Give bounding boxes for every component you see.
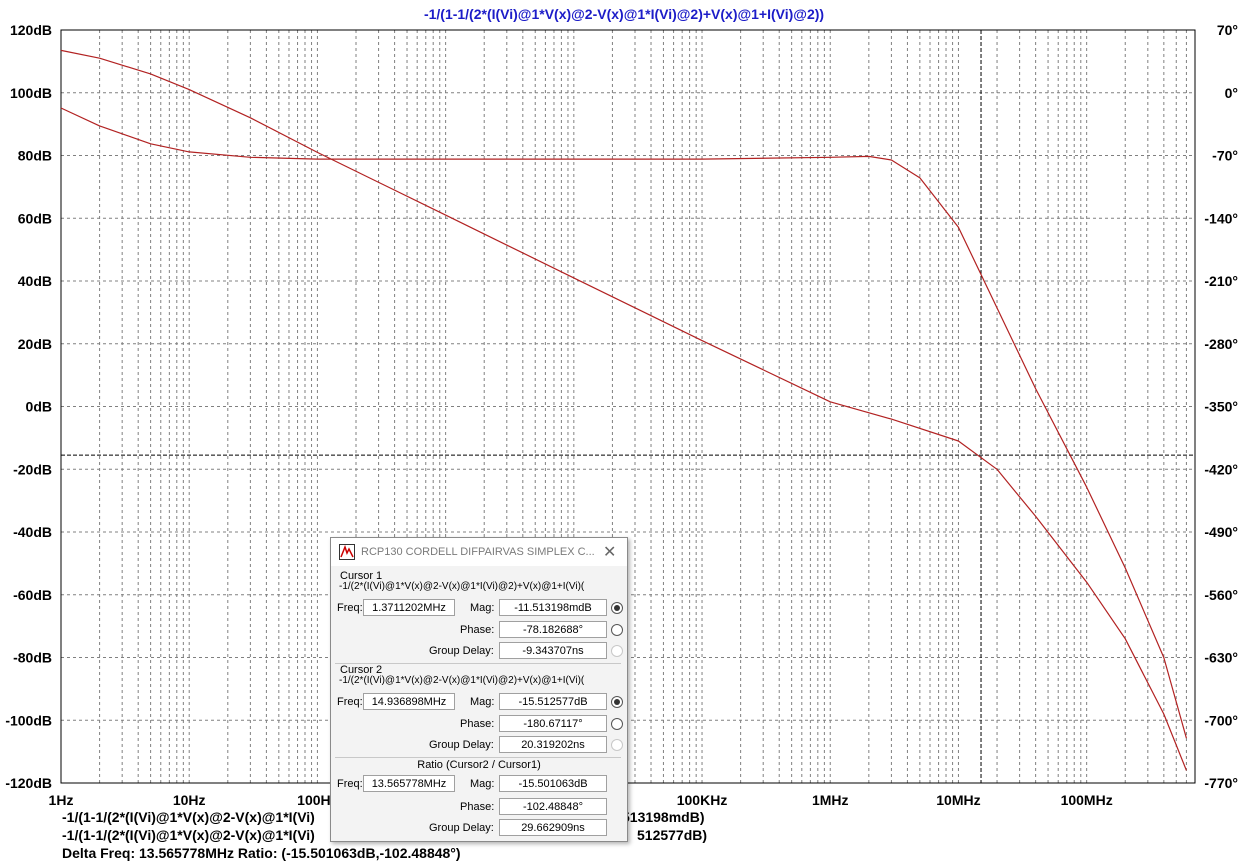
x-tick-label: 100KHz [677, 792, 728, 808]
y-right-tick-label: 70° [1217, 22, 1238, 38]
y-right-tick-label: -70° [1212, 148, 1238, 164]
status-line-2-left: -1/(1-1/(2*(I(Vi)@1*V(x)@2-V(x)@1*I(Vi) [62, 827, 315, 843]
y-left-tick-label: 80dB [18, 148, 52, 164]
cursor1-expression: -1/(2*(I(Vi)@1*V(x)@2-V(x)@1*I(Vi)@2)+V(… [339, 581, 585, 592]
cursor1-gd-radio [611, 645, 623, 657]
close-icon[interactable]: ✕ [603, 542, 616, 562]
x-tick-label: 10Hz [173, 792, 206, 808]
cursor1-gd-label: Group Delay: [429, 645, 494, 657]
y-left-tick-label: 0dB [26, 399, 52, 415]
cursor1-phase-field[interactable]: -78.182688° [499, 621, 607, 638]
cursor2-gd-field[interactable]: 20.319202ns [499, 736, 607, 753]
cursor1-gd-field[interactable]: -9.343707ns [499, 642, 607, 659]
cursor-dialog[interactable]: RCP130 CORDELL DIFPAIRVAS SIMPLEX C... ✕… [330, 537, 628, 842]
cursor2-phase-field[interactable]: -180.67117° [499, 715, 607, 732]
cursor2-mag-radio[interactable] [611, 696, 623, 708]
cursor2-mag-label: Mag: [470, 696, 495, 708]
ratio-gd-label: Group Delay: [429, 822, 494, 834]
y-right-tick-label: -350° [1204, 399, 1238, 415]
y-left-tick-label: -80dB [13, 650, 52, 666]
dialog-title: RCP130 CORDELL DIFPAIRVAS SIMPLEX C... [361, 546, 595, 558]
y-right-tick-label: -630° [1204, 650, 1238, 666]
dialog-titlebar[interactable]: RCP130 CORDELL DIFPAIRVAS SIMPLEX C... ✕ [331, 538, 627, 566]
y-left-tick-label: -120dB [5, 775, 52, 791]
cursor1-phase-label: Phase: [460, 624, 495, 636]
cursor1-freq-label: Freq: [337, 602, 363, 614]
ratio-mag-label: Mag: [470, 778, 495, 790]
cursor2-gd-label: Group Delay: [429, 739, 494, 751]
cursor1-freq-field[interactable]: 1.3711202MHz [363, 599, 455, 616]
y-left-tick-label: -20dB [13, 461, 52, 477]
cursor2-freq-field[interactable]: 14.936898MHz [363, 693, 455, 710]
y-left-tick-label: 120dB [10, 22, 52, 38]
status-line-2-right: 512577dB) [637, 827, 708, 843]
y-right-tick-label: -770° [1204, 775, 1238, 791]
ratio-heading: Ratio (Cursor2 / Cursor1) [417, 759, 541, 771]
y-right-tick-label: -280° [1204, 336, 1238, 352]
y-right-tick-label: -560° [1204, 587, 1238, 603]
cursor2-mag-field[interactable]: -15.512577dB [499, 693, 607, 710]
y-left-tick-label: 40dB [18, 273, 52, 289]
y-left-tick-label: -100dB [5, 712, 52, 728]
x-tick-label: 100MHz [1061, 792, 1113, 808]
divider [335, 757, 621, 758]
ratio-mag-field[interactable]: -15.501063dB [499, 775, 607, 792]
y-left-tick-label: 60dB [18, 210, 52, 226]
cursor1-mag-field[interactable]: -11.513198mdB [499, 599, 607, 616]
ltspice-app-icon [339, 544, 355, 560]
ratio-freq-field[interactable]: 13.565778MHz [363, 775, 455, 792]
y-left-tick-label: -40dB [13, 524, 52, 540]
y-right-tick-label: -210° [1204, 273, 1238, 289]
cursor2-phase-radio[interactable] [611, 718, 623, 730]
y-right-tick-label: -140° [1204, 210, 1238, 226]
x-tick-label: 1Hz [49, 792, 74, 808]
cursor1-mag-label: Mag: [470, 602, 495, 614]
y-right-tick-label: 0° [1225, 85, 1238, 101]
y-left-tick-label: 20dB [18, 336, 52, 352]
ratio-phase-field[interactable]: -102.48848° [499, 798, 607, 815]
cursor1-mag-radio[interactable] [611, 602, 623, 614]
cursor2-freq-label: Freq: [337, 696, 363, 708]
y-left-tick-label: 100dB [10, 85, 52, 101]
cursor2-expression: -1/(2*(I(Vi)@1*V(x)@2-V(x)@1*I(Vi)@2)+V(… [339, 675, 585, 686]
y-right-tick-label: -700° [1204, 712, 1238, 728]
y-left-tick-label: -60dB [13, 587, 52, 603]
cursor1-phase-radio[interactable] [611, 624, 623, 636]
cursor2-gd-radio [611, 739, 623, 751]
x-tick-label: 10MHz [936, 792, 980, 808]
ratio-gd-field[interactable]: 29.662909ns [499, 819, 607, 836]
x-tick-label: 1MHz [812, 792, 849, 808]
status-line-1-right: 513198mdB) [622, 809, 705, 825]
status-line-1-left: -1/(1-1/(2*(I(Vi)@1*V(x)@2-V(x)@1*I(Vi) [62, 809, 315, 825]
cursor2-phase-label: Phase: [460, 718, 495, 730]
ratio-phase-label: Phase: [460, 801, 495, 813]
y-right-tick-label: -420° [1204, 461, 1238, 477]
delta-freq-readout: Delta Freq: 13.565778MHz Ratio: (-15.501… [62, 845, 461, 861]
ratio-freq-label: Freq: [337, 778, 363, 790]
status-line-2: -1/(1-1/(2*(I(Vi)@1*V(x)@2-V(x)@1*I(Vi) … [62, 827, 707, 843]
status-line-1: -1/(1-1/(2*(I(Vi)@1*V(x)@2-V(x)@1*I(Vi) … [62, 809, 705, 825]
y-right-tick-label: -490° [1204, 524, 1238, 540]
trace-expression-title[interactable]: -1/(1-1/(2*(I(Vi)@1*V(x)@2-V(x)@1*I(Vi)@… [0, 6, 1248, 22]
